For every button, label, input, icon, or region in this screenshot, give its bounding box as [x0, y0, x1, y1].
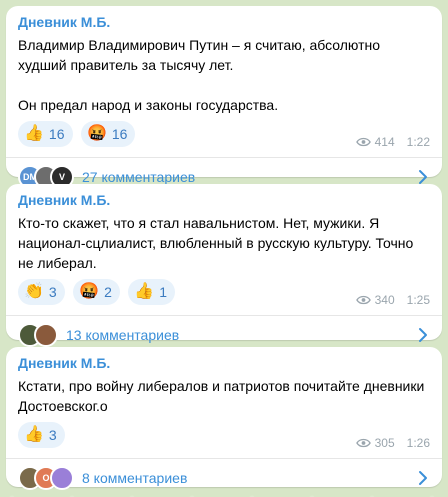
chevron-right-icon: [419, 471, 427, 485]
angry-face-icon: 🤬: [86, 125, 107, 142]
post-text: Кстати, про войну либералов и патриотов …: [18, 378, 429, 414]
channel-name[interactable]: Дневник М.Б.: [18, 14, 430, 31]
reactions-row: 👍 3 305 1:26: [18, 422, 430, 450]
reaction-count: 16: [111, 126, 128, 142]
avatar: [50, 466, 74, 490]
reaction-angry[interactable]: 🤬 2: [73, 279, 120, 305]
eye-icon: [355, 438, 371, 448]
reaction-count: 16: [48, 126, 65, 142]
reaction-count: 1: [159, 284, 168, 300]
reaction-count: 3: [48, 427, 57, 443]
channel-post: Дневник М.Б. Владимир Владимирович Путин…: [6, 6, 442, 189]
angry-face-icon: 🤬: [79, 283, 100, 300]
reaction-thumbs-up[interactable]: 👍 16: [18, 121, 73, 147]
chevron-right-icon: [419, 328, 427, 342]
comments-button[interactable]: O 8 комментариев: [6, 459, 442, 497]
comments-count-label: 27 комментариев: [82, 169, 196, 185]
channel-post: Дневник М.Б. Кстати, про войну либералов…: [6, 347, 442, 490]
post-meta: 414 1:22: [355, 135, 430, 149]
view-count: 414: [374, 135, 395, 149]
channel-post: Дневник М.Б. Кто-то скажет, что я стал н…: [6, 184, 442, 347]
thumbs-up-icon: 👍: [134, 283, 155, 300]
reaction-thumbs-up[interactable]: 👍 1: [128, 279, 176, 305]
reaction-thumbs-up[interactable]: 👍 3: [18, 422, 65, 448]
eye-icon: [355, 137, 371, 147]
post-meta: 305 1:26: [355, 436, 430, 450]
reaction-count: 2: [104, 284, 112, 300]
chevron-right-icon: [419, 170, 427, 184]
post-time: 1:25: [406, 293, 430, 307]
comments-count-label: 13 комментариев: [66, 327, 180, 343]
post-time: 1:26: [406, 436, 430, 450]
avatar: [34, 323, 58, 347]
commenter-avatars: O: [18, 466, 74, 490]
post-text: Кто-то скажет, что я стал навальнистом. …: [18, 215, 418, 271]
view-count: 340: [374, 293, 395, 307]
reaction-clap[interactable]: 👏 3: [18, 279, 65, 305]
thumbs-up-icon: 👍: [24, 426, 44, 443]
comments-count-label: 8 комментариев: [82, 470, 188, 486]
reactions-row: 👏 3 🤬 2 👍 1 340 1:25: [18, 279, 430, 307]
view-count: 305: [374, 436, 395, 450]
reaction-angry[interactable]: 🤬 16: [80, 121, 136, 147]
commenter-avatars: [18, 323, 58, 347]
channel-name[interactable]: Дневник М.Б.: [18, 192, 430, 209]
thumbs-up-icon: 👍: [24, 125, 44, 142]
post-text: Владимир Владимирович Путин – я считаю, …: [18, 37, 381, 113]
channel-name[interactable]: Дневник М.Б.: [18, 355, 430, 372]
reaction-count: 3: [48, 284, 57, 300]
post-time: 1:22: [406, 135, 430, 149]
eye-icon: [355, 295, 371, 305]
reactions-row: 👍 16 🤬 16 414 1:22: [18, 121, 430, 149]
clapping-hands-icon: 👏: [24, 283, 44, 300]
post-meta: 340 1:25: [355, 293, 430, 307]
